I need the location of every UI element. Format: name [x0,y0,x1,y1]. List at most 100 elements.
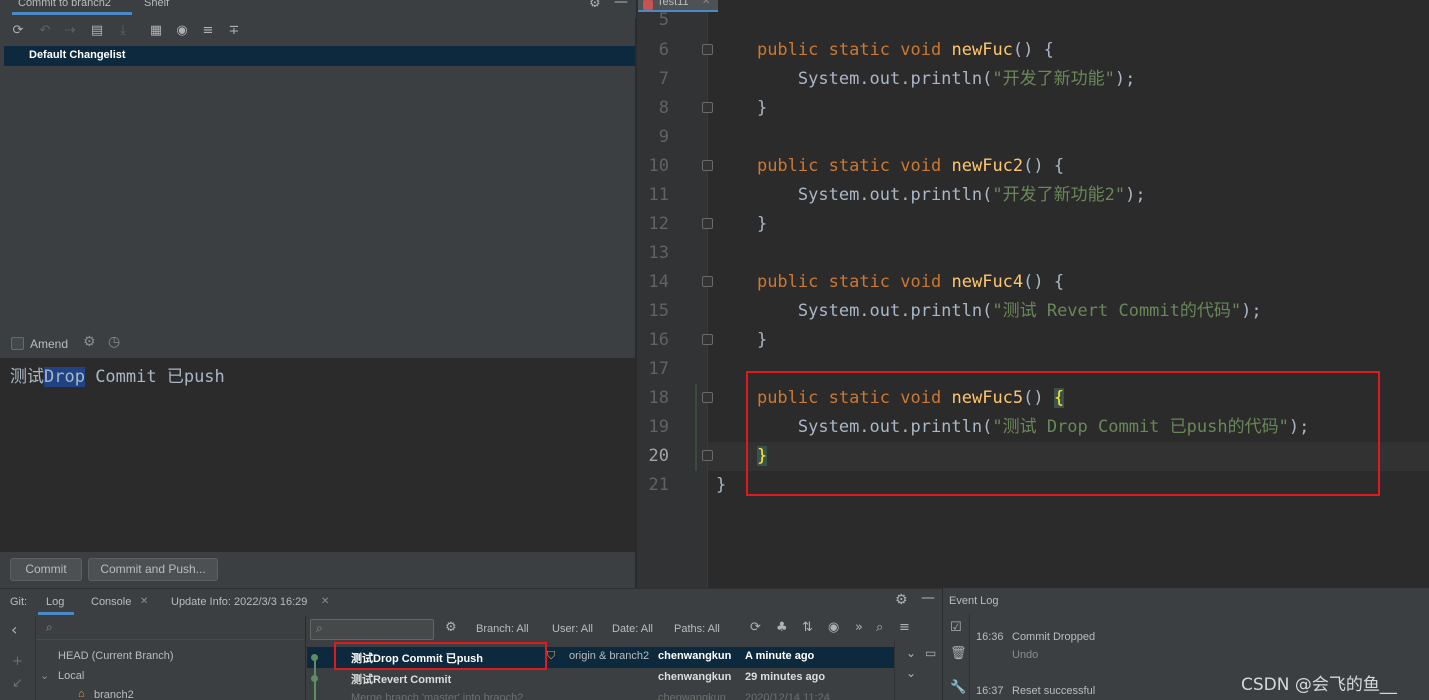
fold-marker[interactable] [702,334,713,345]
minimize-icon[interactable]: — [614,0,628,10]
line-number: 17 [648,359,669,379]
chevron-left-icon[interactable]: ‹ [11,620,17,639]
event-log-title: Event Log [949,595,999,607]
amend-checkbox[interactable] [11,337,24,350]
line-number: 9 [658,127,669,147]
tab-console[interactable]: Console [91,596,131,608]
commit-author: chenwangkun [658,650,732,662]
line-number: 10 [648,156,669,176]
move-icon[interactable]: ⇢ [60,20,80,42]
rollback-icon[interactable]: ↶ [35,20,55,42]
tab-shelf[interactable]: Shelf [138,0,175,15]
commit-panel-tabs: Commit to branch2 Shelf ⚙ — [0,0,636,18]
expand-all-icon[interactable]: ≡ [198,20,218,42]
wrench-icon[interactable]: 🔧 [950,680,966,695]
close-icon[interactable]: ✕ [702,0,710,7]
annotation-highlight-box [334,642,547,670]
download-icon[interactable]: ⤓ [113,20,133,42]
code-line-11[interactable]: System.out.println("开发了新功能2"); [716,181,1146,210]
add-icon[interactable]: + [12,654,23,669]
gear-icon[interactable]: ⚙ [589,0,601,11]
minimize-icon[interactable]: — [921,590,935,606]
search-icon[interactable]: ⌕ [876,620,883,635]
gear-icon[interactable]: ⚙ [895,592,908,608]
settings-icon[interactable]: ⚙ [445,620,457,635]
group-icon[interactable]: ▦ [146,20,166,42]
cherry-pick-icon[interactable]: ♣ [776,620,788,635]
fold-marker[interactable] [702,218,713,229]
filter-paths[interactable]: Paths: All [674,623,720,635]
code-line-6[interactable]: public static void newFuc() { [716,36,1054,65]
close-icon[interactable]: ✕ [140,596,148,607]
undo-link[interactable]: Undo [1012,649,1038,661]
line-number: 11 [648,185,669,205]
filter-date[interactable]: Date: All [612,623,653,635]
tree-item-branch[interactable]: branch2 [94,689,134,700]
fold-marker[interactable] [702,44,713,55]
close-icon[interactable]: ✕ [321,596,329,607]
tab-log[interactable]: Log [46,596,64,608]
chevron-down-icon[interactable]: ⌄ [906,666,916,680]
log-search-input[interactable]: ⌕ [310,619,434,640]
code-line-15[interactable]: System.out.println("测试 Revert Commit的代码"… [716,297,1262,326]
code-line-14[interactable]: public static void newFuc4() { [716,268,1064,297]
chevron-down-icon[interactable]: ⌄ [40,669,49,682]
fold-divider [707,12,708,588]
code-line-8[interactable]: } [716,94,767,123]
commit-author: chenwangkun [658,671,732,683]
fold-marker[interactable] [702,450,713,461]
filter-user[interactable]: User: All [552,623,593,635]
amend-row: Amend ⚙ ◷ [0,334,636,356]
fold-marker[interactable] [702,160,713,171]
diff-icon[interactable]: ▤ [87,20,107,42]
fold-marker[interactable] [702,276,713,287]
commit-and-push-button[interactable]: Commit and Push... [88,558,218,581]
history-icon[interactable]: ◷ [108,334,120,350]
refresh-icon[interactable]: ⟳ [8,20,28,42]
line-number: 5 [658,10,669,30]
code-line-10[interactable]: public static void newFuc2() { [716,152,1064,181]
sort-icon[interactable]: ⇅ [802,620,813,635]
branch-search-input[interactable]: ⌕ [36,618,304,640]
eye-icon[interactable]: ◉ [828,620,839,635]
commit-message-field[interactable]: 测试Drop Commit 已push [0,358,636,552]
commit-date: 2020/12/14 11:24 [745,692,830,700]
arrow-icon[interactable]: ↙ [12,676,23,691]
commit-button[interactable]: Commit [10,558,82,581]
eye-icon[interactable]: ◉ [172,20,192,42]
fold-marker[interactable] [702,392,713,403]
line-number: 13 [648,243,669,263]
fold-marker[interactable] [702,102,713,113]
commit-row[interactable]: Merge branch 'master' into branch2 chenw… [307,689,894,700]
commit-refs: origin & branch2 [569,650,650,662]
collapse-all-icon[interactable]: ∓ [224,20,244,42]
tag-icon: ⌂ [78,688,85,700]
commit-row[interactable]: 测试Revert Commit chenwangkun 29 minutes a… [307,668,894,689]
event-time: 16:36 [976,631,1004,643]
tab-update-info[interactable]: Update Info: 2022/3/3 16:29 [171,596,307,608]
tab-commit[interactable]: Commit to branch2 [12,0,132,15]
filter-branch[interactable]: Branch: All [476,623,529,635]
code-line-16[interactable]: } [716,326,767,355]
line-number: 7 [658,69,669,89]
refresh-icon[interactable]: ⟳ [750,620,761,635]
line-number: 12 [648,214,669,234]
branches-toolbar: ‹ + ↙ [0,616,36,700]
code-line-7[interactable]: System.out.println("开发了新功能"); [716,65,1135,94]
commit-message: Merge branch 'master' into branch2 [351,692,524,700]
folder-icon[interactable]: ▭ [925,646,936,660]
changelist-row[interactable]: Default Changelist [4,46,635,66]
more-icon[interactable]: » [855,620,863,635]
settings-icon[interactable]: ⚙ [83,334,96,350]
tree-item-head[interactable]: HEAD (Current Branch) [58,650,174,662]
code-line-12[interactable]: } [716,210,767,239]
vcs-change-marker[interactable] [695,384,697,471]
tree-item-local[interactable]: Local [58,670,84,682]
trash-icon[interactable]: 🗑 [950,646,967,661]
commit-date: 29 minutes ago [745,671,826,683]
expand-icon[interactable]: ≡ [899,620,910,635]
amend-label: Amend [30,337,69,351]
chevron-down-icon[interactable]: ⌄ [906,646,916,660]
code-line-21[interactable]: } [716,471,726,500]
mark-read-icon[interactable]: ☑ [950,620,962,635]
